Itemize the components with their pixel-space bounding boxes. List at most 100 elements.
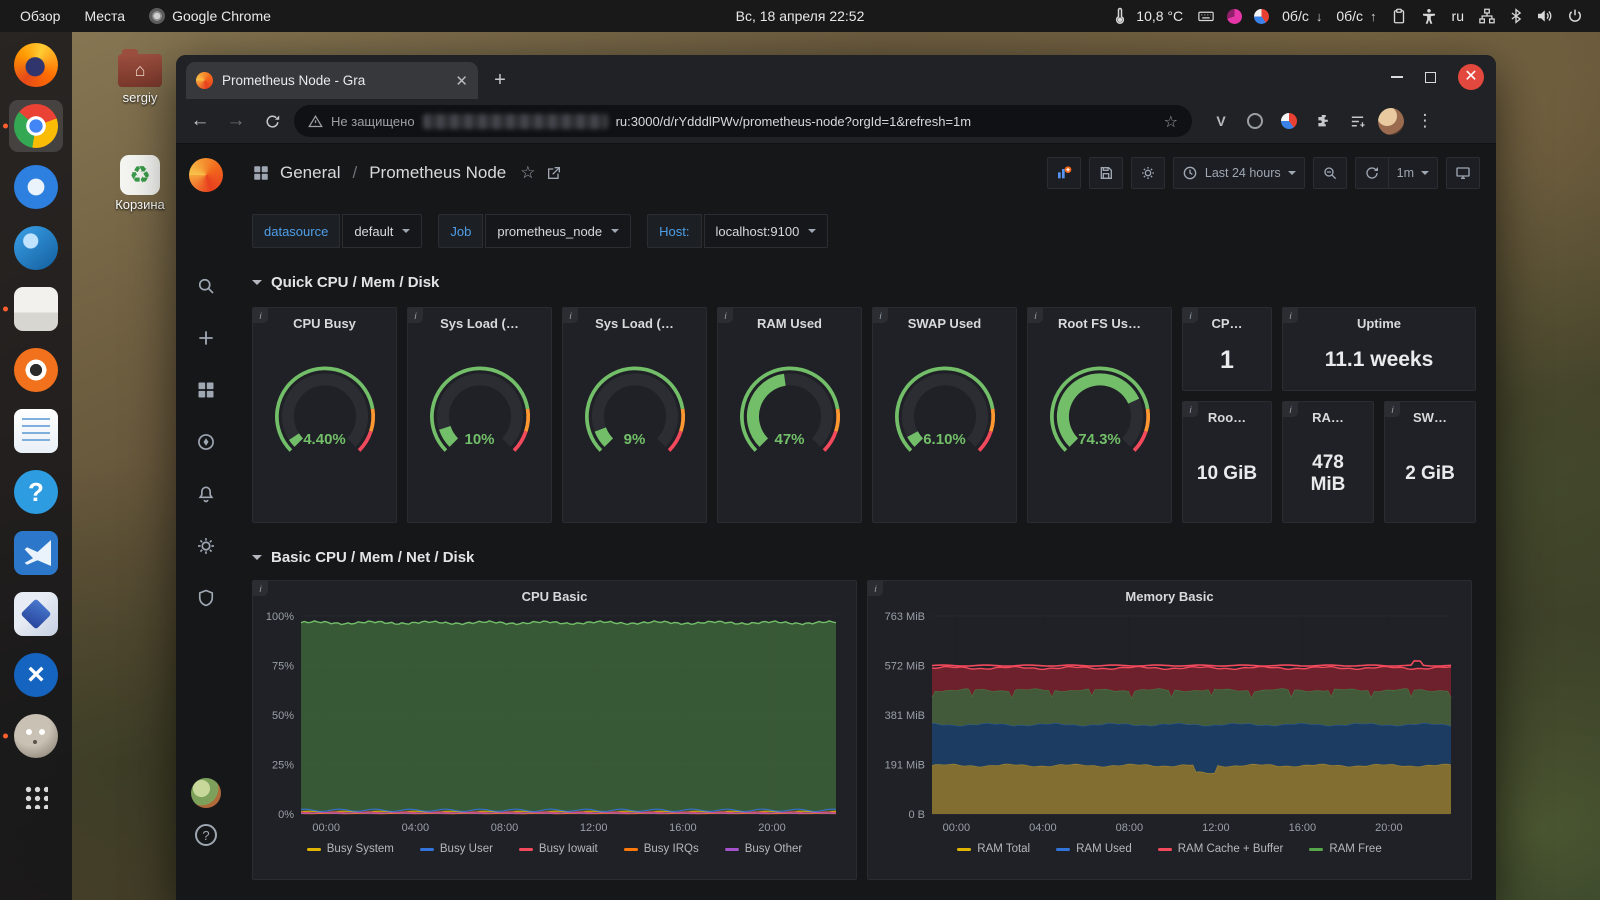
variable-value-dropdown[interactable]: prometheus_node [485,214,631,248]
refresh-interval-select[interactable]: 1m [1388,157,1438,189]
bluetooth-indicator[interactable] [1504,0,1528,32]
panel-title[interactable]: Sys Load (… [563,308,706,331]
dock-firefox[interactable] [9,39,63,91]
user-avatar[interactable] [191,778,221,808]
panel-title[interactable]: CPU Basic [253,581,856,604]
keyboard-indicator[interactable] [1193,0,1219,32]
network-indicator[interactable] [1474,0,1500,32]
panel-info-icon[interactable]: i [1028,308,1043,323]
dock-chrome[interactable] [9,100,63,152]
bookmark-star-icon[interactable]: ☆ [1164,112,1178,131]
refresh-button[interactable] [1355,157,1388,189]
panel-info-icon[interactable]: i [1183,402,1198,417]
dock-files[interactable] [9,283,63,335]
panel-info-icon[interactable]: i [408,308,423,323]
dock-virtualbox[interactable] [9,588,63,640]
explore-compass-icon[interactable] [196,432,216,452]
extension-v-icon[interactable]: V [1208,108,1234,134]
weather-indicator[interactable]: 10,8 °C [1105,0,1189,32]
net-speed-up[interactable]: 0б/с ↑ [1331,0,1381,32]
panel-info-icon[interactable]: i [868,581,883,596]
dock-text-editor[interactable] [9,405,63,457]
dock-x-app[interactable] [9,649,63,701]
save-dashboard-button[interactable] [1089,157,1123,189]
help-icon[interactable]: ? [195,824,217,846]
power-menu[interactable] [1560,0,1590,32]
address-bar[interactable]: Не защищено ru:3000/d/rYdddlPWv/promethe… [294,105,1192,137]
volume-indicator[interactable] [1532,0,1556,32]
panel-info-icon[interactable]: i [563,308,578,323]
accessibility-menu[interactable] [1416,0,1442,32]
panel-title[interactable]: Memory Basic [868,581,1471,604]
configuration-gear-icon[interactable] [196,536,216,556]
legend-item[interactable]: RAM Free [1309,843,1381,855]
activities-button[interactable]: Обзор [10,0,70,32]
clock-menu[interactable]: Вс, 18 апреля 22:52 [736,8,865,24]
add-panel-button[interactable] [1047,157,1081,189]
legend-item[interactable]: RAM Used [1056,843,1132,855]
desktop-icon-trash[interactable]: ♻ Корзина [108,155,172,212]
dock-media-app[interactable] [9,344,63,396]
panel-info-icon[interactable]: i [1183,308,1198,323]
keyboard-layout-indicator[interactable]: ru [1446,0,1470,32]
variable-value-dropdown[interactable]: localhost:9100 [704,214,829,248]
kiosk-mode-button[interactable] [1446,157,1480,189]
panel-info-icon[interactable]: i [1385,402,1400,417]
app-menu[interactable]: Google Chrome [139,0,281,32]
url-text[interactable]: ru:3000/d/rYdddlPWv/prometheus-node?orgI… [616,114,1156,129]
share-icon[interactable] [546,165,562,181]
breadcrumb-dashboard-title[interactable]: Prometheus Node [369,163,506,183]
zoom-out-button[interactable] [1313,157,1347,189]
alerting-bell-icon[interactable] [196,484,216,504]
time-range-button[interactable]: Last 24 hours [1173,157,1305,189]
panel-info-icon[interactable]: i [253,308,268,323]
places-menu[interactable]: Места [74,0,135,32]
panel-title[interactable]: CPU Busy [253,308,396,331]
security-label[interactable]: Не защищено [331,114,415,129]
dock-show-applications[interactable] [9,771,63,823]
tab-close-icon[interactable]: ✕ [455,72,468,90]
create-plus-icon[interactable] [196,328,216,348]
memory-basic-chart[interactable]: 763 MiB572 MiB381 MiB191 MiB0 B00:0004:0… [870,606,1463,840]
panel-title[interactable]: Uptime [1283,308,1475,331]
panel-info-icon[interactable]: i [873,308,888,323]
minimize-button[interactable] [1391,76,1403,78]
panel-info-icon[interactable]: i [1283,308,1298,323]
app-indicator-magenta[interactable] [1223,0,1246,32]
favorite-star-icon[interactable]: ☆ [520,163,535,183]
row-quick-cpu-mem-disk[interactable]: Quick CPU / Mem / Disk [252,274,1480,291]
legend-item[interactable]: Busy Iowait [519,843,598,855]
desktop-icon-home[interactable]: sergiy [108,48,172,105]
close-button[interactable]: ✕ [1458,64,1484,90]
cpu-basic-chart[interactable]: 100%75%50%25%0%00:0004:0008:0012:0016:00… [255,606,848,840]
panel-title[interactable]: Sys Load (… [408,308,551,331]
panel-title[interactable]: RAM Used [718,308,861,331]
breadcrumb-folder[interactable]: General [280,163,340,183]
extension-color-icon[interactable] [1276,108,1302,134]
legend-item[interactable]: RAM Cache + Buffer [1158,843,1284,855]
panel-info-icon[interactable]: i [253,581,268,596]
forward-button[interactable]: → [222,107,250,135]
reload-button[interactable] [258,107,286,135]
app-indicator-color[interactable] [1250,0,1273,32]
dock-help[interactable] [9,466,63,518]
panel-info-icon[interactable]: i [718,308,733,323]
dashboard-settings-button[interactable] [1131,157,1165,189]
panel-title[interactable]: Root FS Us… [1028,308,1171,331]
panel-title[interactable]: SWAP Used [873,308,1016,331]
clipboard-indicator[interactable] [1386,0,1412,32]
reading-list-icon[interactable] [1344,108,1370,134]
dock-browser-app[interactable] [9,161,63,213]
grafana-logo[interactable] [189,158,223,192]
search-icon[interactable] [196,276,216,296]
legend-item[interactable]: Busy Other [725,843,803,855]
profile-avatar[interactable] [1378,108,1404,134]
legend-item[interactable]: Busy System [307,843,394,855]
back-button[interactable]: ← [186,107,214,135]
variable-value-dropdown[interactable]: default [342,214,422,248]
extensions-puzzle-icon[interactable] [1310,108,1336,134]
dock-vscode[interactable] [9,527,63,579]
server-admin-shield-icon[interactable] [196,588,216,608]
maximize-button[interactable] [1425,72,1436,83]
extension-circle-icon[interactable] [1242,108,1268,134]
